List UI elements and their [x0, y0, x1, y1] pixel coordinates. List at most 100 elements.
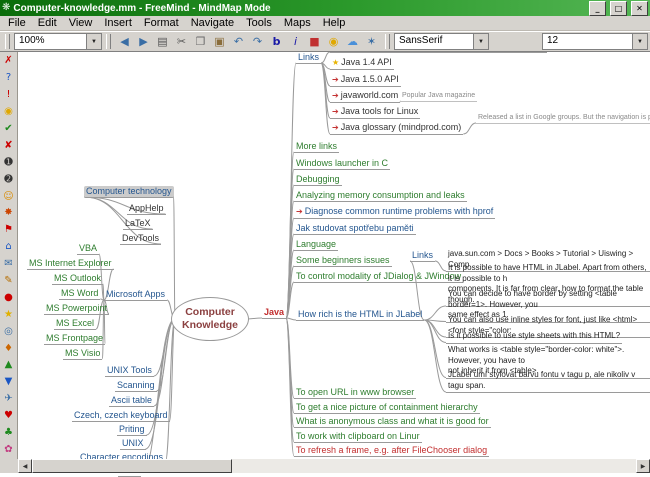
toolbar-grip[interactable] [385, 34, 390, 49]
toolbar-grip[interactable] [5, 34, 10, 49]
bookmark-icon[interactable]: ♦ [1, 340, 17, 357]
map-node-latex[interactable]: LaTeX [123, 218, 153, 230]
map-node-msapps[interactable]: Microsoft Apps [104, 289, 167, 301]
map-node-java[interactable]: Java [262, 307, 286, 319]
flower-icon[interactable]: ✿ [1, 441, 17, 458]
map-node-msexcel[interactable]: MS Excel [54, 318, 96, 330]
map-node-jak[interactable]: Jak studovat spotřebu paměti [294, 223, 416, 235]
arrow-up-icon[interactable]: ▲ [1, 357, 17, 374]
menu-item-insert[interactable]: Insert [98, 17, 138, 29]
star-icon[interactable]: ★ [1, 306, 17, 323]
menu-item-help[interactable]: Help [317, 17, 352, 29]
map-node-msword[interactable]: MS Word [59, 288, 100, 300]
print-icon[interactable]: ▤ [153, 33, 172, 51]
launch-icon[interactable]: ✈ [1, 391, 17, 408]
idea-icon[interactable]: ◉ [324, 33, 343, 51]
menu-item-file[interactable]: File [2, 17, 32, 29]
scroll-right-icon[interactable]: ▶ [636, 459, 650, 473]
close-button[interactable]: ✕ [631, 1, 648, 16]
map-node-comptech[interactable]: Computer technology [84, 186, 174, 198]
map-node-anonymous[interactable]: What is anonymous class and what it is g… [294, 416, 491, 428]
mail-icon[interactable]: ✉ [1, 256, 17, 273]
flag-icon[interactable]: ⚑ [1, 222, 17, 239]
remove-icon-icon[interactable]: ✗ [1, 53, 17, 70]
map-node-note_magazine[interactable]: Popular Java magazine [400, 92, 477, 102]
font-family-combobox[interactable]: SansSerif ▼ [394, 33, 489, 50]
font-color-icon[interactable]: ■ [305, 33, 324, 51]
chevron-down-icon[interactable]: ▼ [473, 34, 488, 49]
map-node-msvisio[interactable]: MS Visio [63, 348, 102, 360]
idea-icon[interactable]: ◉ [1, 104, 17, 121]
map-node-javatools[interactable]: ➔Java tools for Linux [330, 106, 420, 119]
magnifier-icon[interactable]: ◎ [1, 323, 17, 340]
arrow-down-icon[interactable]: ▼ [1, 374, 17, 391]
menu-item-view[interactable]: View [63, 17, 99, 29]
map-node-diagnose[interactable]: ➔Diagnose common runtime problems with h… [294, 206, 495, 219]
scrollbar-thumb[interactable] [32, 459, 232, 473]
bomb-icon[interactable]: ✸ [1, 205, 17, 222]
map-node-winlauncher[interactable]: Windows launcher in C [294, 158, 390, 170]
home-icon[interactable]: ⌂ [1, 239, 17, 256]
map-node-clipboard[interactable]: To work with clipboard on Linur [294, 431, 422, 443]
zoom-combobox[interactable]: 100% ▼ [14, 33, 102, 50]
number-1-icon[interactable]: ➊ [1, 154, 17, 171]
map-node-apphelp[interactable]: AppHelp [127, 203, 166, 215]
map-node-analyzing[interactable]: Analyzing memory consumption and leaks [294, 190, 467, 202]
clover-icon[interactable]: ♣ [1, 425, 17, 442]
navigate-forward-icon[interactable]: ▶ [134, 33, 153, 51]
ok-icon[interactable]: ✔ [1, 121, 17, 138]
map-node-center[interactable]: Computer Knowledge [171, 297, 249, 341]
map-node-mspowerpoint[interactable]: MS Powerpoint [44, 303, 109, 315]
chevron-down-icon[interactable]: ▼ [86, 34, 101, 49]
map-node-morelinks[interactable]: More links [294, 141, 339, 153]
scrollbar-track[interactable] [32, 459, 636, 473]
font-size-combobox[interactable]: 12 ▼ [542, 33, 648, 50]
menu-item-edit[interactable]: Edit [32, 17, 63, 29]
maximize-button[interactable]: □ [610, 1, 627, 16]
map-node-czech[interactable]: Czech, czech keyboard [72, 410, 170, 422]
map-node-howrich[interactable]: How rich is the HTML in JLabel [296, 309, 424, 321]
map-node-scanning[interactable]: Scanning [115, 380, 157, 392]
map-node-java14[interactable]: ★Java 1.4 API [330, 57, 394, 70]
cut-icon[interactable]: ✂ [172, 33, 191, 51]
menu-item-maps[interactable]: Maps [278, 17, 317, 29]
map-node-links2[interactable]: Links [410, 250, 435, 262]
navigate-back-icon[interactable]: ◀ [115, 33, 134, 51]
scroll-left-icon[interactable]: ◀ [18, 459, 32, 473]
map-node-unix[interactable]: UNIX [120, 438, 146, 450]
number-2-icon[interactable]: ➋ [1, 171, 17, 188]
pencil-icon[interactable]: ✎ [1, 273, 17, 290]
map-node-asciitable[interactable]: Ascii table [109, 395, 154, 407]
map-node-refresh[interactable]: To refresh a frame, e.g. after FileChoos… [294, 445, 489, 457]
map-node-javaworld[interactable]: ➔javaworld.com [330, 90, 400, 103]
redo-icon[interactable]: ↷ [248, 33, 267, 51]
map-node-msie[interactable]: MS Internet Explorer [27, 258, 114, 270]
copy-icon[interactable]: ❐ [191, 33, 210, 51]
map-node-links1[interactable]: Links [296, 52, 321, 64]
bold-icon[interactable]: b [267, 33, 286, 51]
map-node-para4[interactable]: Is it possible to use style sheets with … [446, 331, 622, 344]
undo-icon[interactable]: ↶ [229, 33, 248, 51]
map-node-java150[interactable]: ➔Java 1.5.0 API [330, 74, 401, 87]
map-node-msfrontpage[interactable]: MS Frontpage [44, 333, 105, 345]
help-icon[interactable]: ? [1, 70, 17, 87]
map-node-openurl[interactable]: To open URL in www browser [294, 387, 416, 399]
cancel-icon[interactable]: ✘ [1, 137, 17, 154]
smiley-icon[interactable]: ☺ [1, 188, 17, 205]
paste-icon[interactable]: ▣ [210, 33, 229, 51]
horizontal-scrollbar[interactable]: ◀ ▶ [18, 459, 650, 473]
map-node-unixtools[interactable]: UNIX Tools [105, 365, 154, 377]
cloud-icon[interactable]: ☁ [343, 33, 362, 51]
toolbar-grip[interactable] [106, 34, 111, 49]
warning-icon[interactable]: ! [1, 87, 17, 104]
menu-item-format[interactable]: Format [138, 17, 185, 29]
map-node-modality[interactable]: To control modality of JDialog & JWindow [294, 271, 463, 283]
map-node-nicepicture[interactable]: To get a nice picture of containment hie… [294, 402, 480, 414]
map-node-note_released[interactable]: Released a list in Google groups. But th… [476, 114, 650, 124]
italic-icon[interactable]: i [286, 33, 305, 51]
map-node-javaglossary[interactable]: ➔Java glossary (mindprod.com) [330, 122, 463, 135]
map-node-vba[interactable]: VBA [77, 243, 99, 255]
chevron-down-icon[interactable]: ▼ [632, 34, 647, 49]
map-node-language[interactable]: Language [294, 239, 338, 251]
map-node-beginners[interactable]: Some beginners issues [294, 255, 392, 267]
